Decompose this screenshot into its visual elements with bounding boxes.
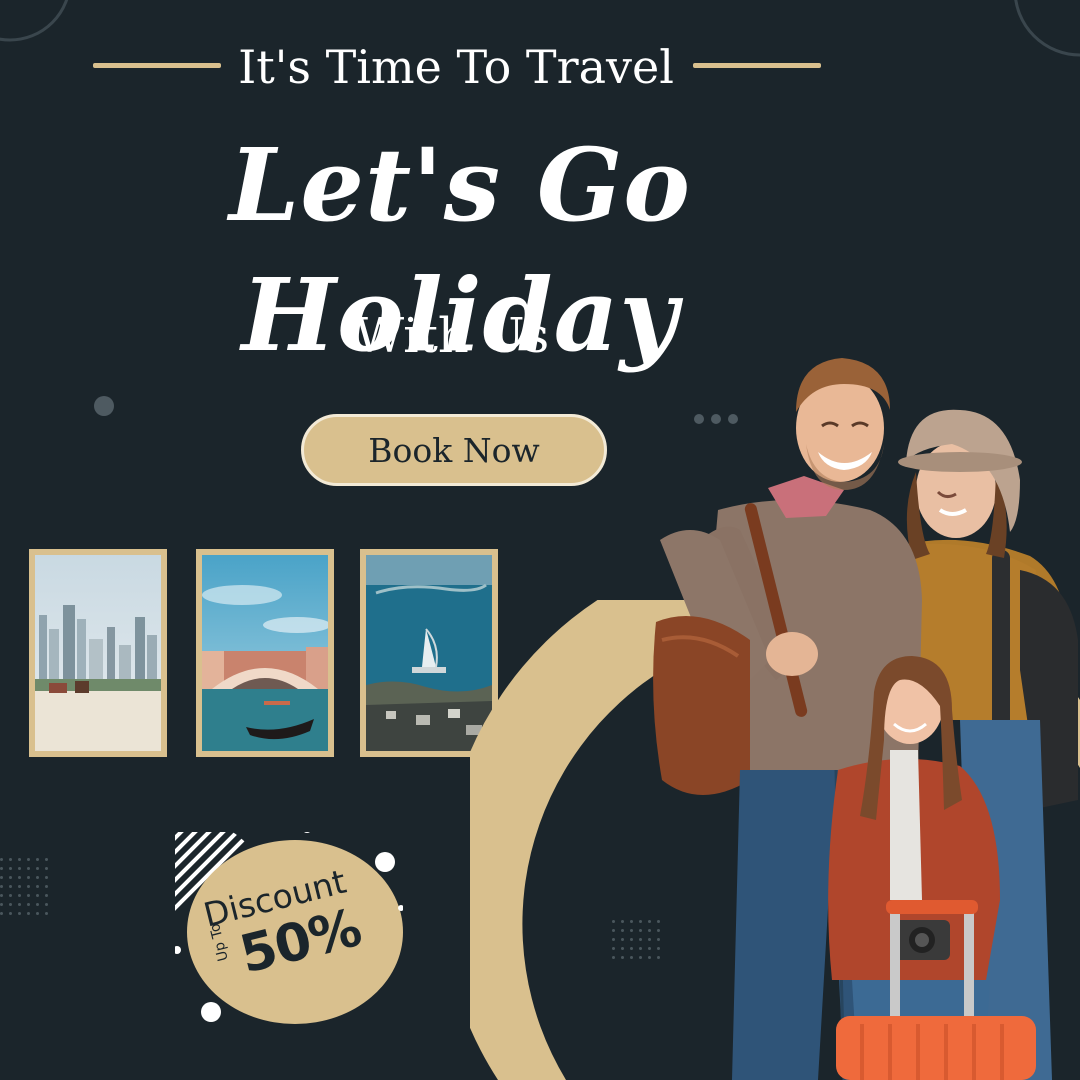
gallery-photo-city-beach — [29, 549, 167, 757]
eyebrow-text: It's Time To Travel — [238, 40, 674, 94]
gallery-photo-venice — [196, 549, 334, 757]
city-beach-photo-icon — [35, 555, 161, 751]
promo-canvas: It's Time To Travel Let's Go Holiday Wit… — [0, 0, 1080, 1080]
dot-grid-decoration-left — [0, 858, 48, 915]
dot-decoration — [94, 396, 114, 416]
venice-bridge-photo-icon — [202, 555, 328, 751]
book-now-button[interactable]: Book Now — [301, 414, 607, 486]
family-travel-photo — [653, 358, 1078, 1080]
corner-ring-top-right — [1014, 0, 1080, 57]
